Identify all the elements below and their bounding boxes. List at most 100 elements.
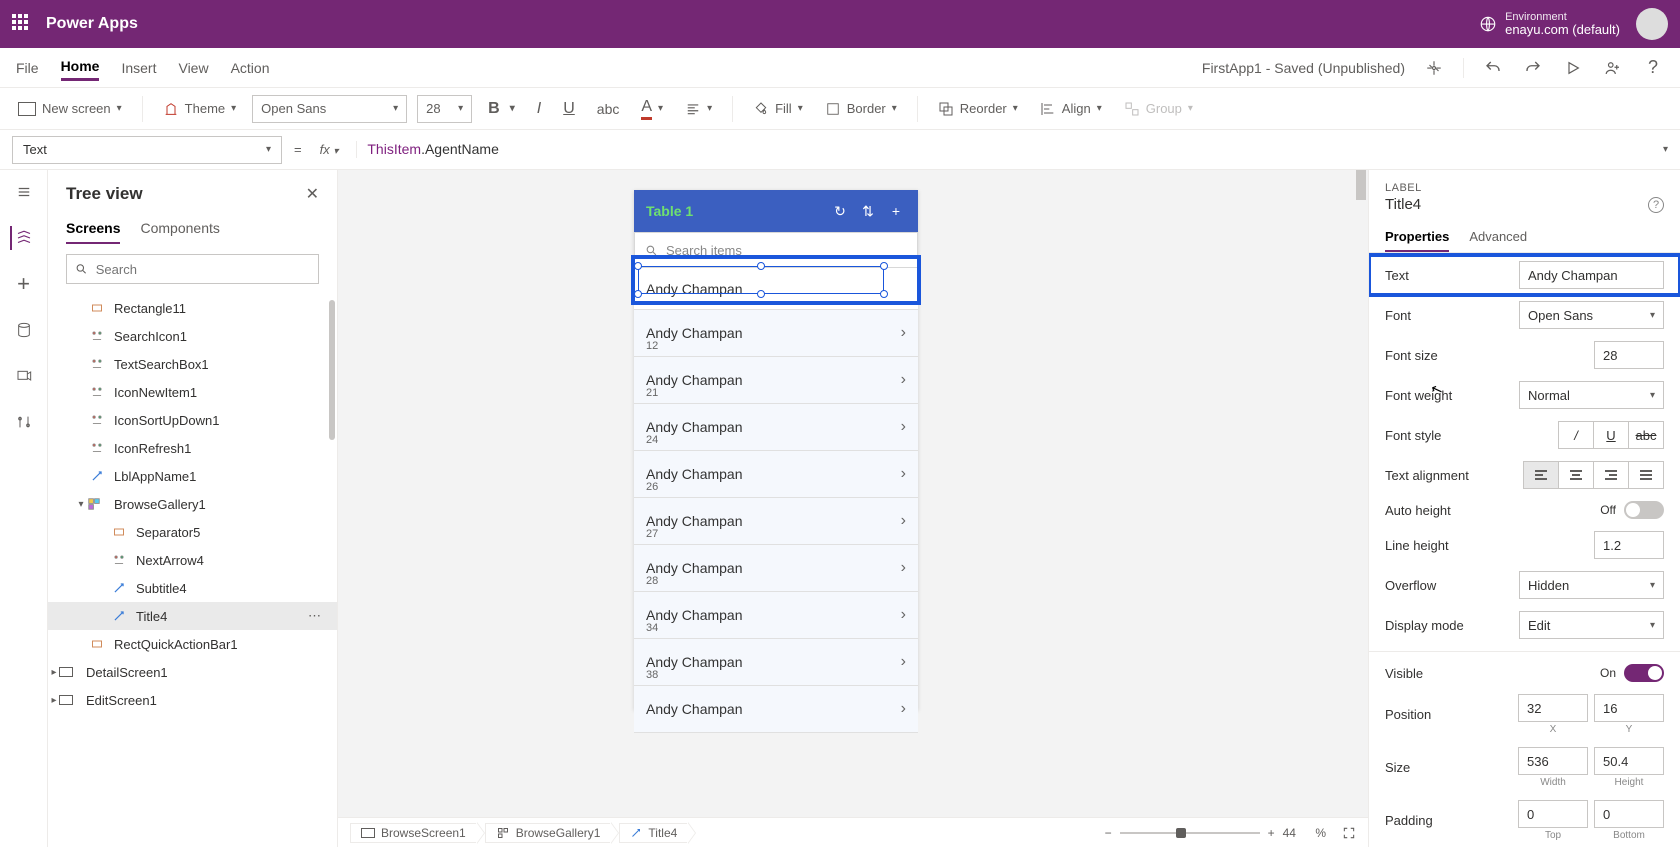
formula-input[interactable]: ThisItem.AgentName — [356, 141, 1651, 158]
theme-button[interactable]: Theme▾ — [157, 97, 243, 121]
prop-line-height-input[interactable]: 1.2 — [1594, 531, 1664, 559]
zoom-control[interactable]: − + 44 % — [1105, 826, 1356, 840]
chevron-right-icon[interactable]: › — [901, 653, 906, 671]
tree-item-iconrefresh1[interactable]: IconRefresh1 — [48, 434, 337, 462]
share-icon[interactable] — [1602, 57, 1624, 79]
gallery-row[interactable]: Andy Champan21› — [634, 357, 918, 404]
tree-item-rectquickactionbar1[interactable]: RectQuickActionBar1 — [48, 630, 337, 658]
close-tree-icon[interactable]: ✕ — [306, 184, 319, 204]
play-icon[interactable] — [1562, 57, 1584, 79]
help-icon[interactable]: ? — [1648, 197, 1664, 213]
gallery-row[interactable]: Andy Champan› — [634, 686, 918, 733]
add-icon[interactable]: + — [886, 203, 906, 219]
padding-top-input[interactable]: 0 — [1518, 800, 1588, 828]
chevron-right-icon[interactable]: › — [901, 465, 906, 483]
help-icon[interactable]: ? — [1642, 57, 1664, 79]
chevron-right-icon[interactable]: › — [901, 418, 906, 436]
canvas-vscroll[interactable] — [1354, 170, 1368, 817]
prop-font-size-input[interactable]: 28 — [1594, 341, 1664, 369]
gallery-row[interactable]: Andy Champan27› — [634, 498, 918, 545]
refresh-icon[interactable]: ↻ — [830, 203, 850, 220]
tree-item-subtitle4[interactable]: Subtitle4 — [48, 574, 337, 602]
user-avatar[interactable] — [1636, 8, 1668, 40]
fill-button[interactable]: Fill▾ — [747, 97, 809, 121]
breadcrumb-screen[interactable]: BrowseScreen1 — [350, 823, 477, 843]
chevron-right-icon[interactable]: › — [901, 512, 906, 530]
underline-toggle[interactable]: U — [1593, 421, 1629, 449]
sort-icon[interactable]: ⇅ — [858, 203, 878, 220]
tree-item-editscreen1[interactable]: ▸EditScreen1 — [48, 686, 337, 714]
ptab-advanced[interactable]: Advanced — [1469, 223, 1527, 252]
menu-action[interactable]: Action — [231, 56, 270, 80]
reorder-button[interactable]: Reorder▾ — [932, 97, 1024, 121]
gallery-row[interactable]: Andy Champan12› — [634, 310, 918, 357]
strike-toggle[interactable]: abc — [1628, 421, 1664, 449]
app-checker-icon[interactable] — [1423, 57, 1445, 79]
tree-item-textsearchbox1[interactable]: TextSearchBox1 — [48, 350, 337, 378]
new-screen-button[interactable]: New screen▾ — [12, 97, 128, 120]
undo-icon[interactable] — [1482, 57, 1504, 79]
align-center[interactable] — [1558, 461, 1594, 489]
gallery-row[interactable]: Andy Champan34› — [634, 592, 918, 639]
menu-home[interactable]: Home — [61, 54, 100, 81]
chevron-right-icon[interactable]: › — [901, 324, 906, 342]
prop-font-select[interactable]: Open Sans▾ — [1519, 301, 1664, 329]
gallery-row[interactable]: Andy Champan26› — [634, 451, 918, 498]
auto-height-toggle[interactable] — [1624, 501, 1664, 519]
prop-text-input[interactable]: Andy Champan — [1519, 261, 1664, 289]
gallery-row[interactable]: Andy Champan — [634, 268, 918, 310]
tree-item-browsegallery1[interactable]: ▾BrowseGallery1 — [48, 490, 337, 518]
font-family-select[interactable]: Open Sans▾ — [252, 95, 407, 123]
gallery-row[interactable]: Andy Champan28› — [634, 545, 918, 592]
padding-bottom-input[interactable]: 0 — [1594, 800, 1664, 828]
tree-search-input[interactable] — [66, 254, 319, 284]
align-button[interactable]: Align▾ — [1034, 97, 1108, 121]
tree-scrollbar[interactable] — [329, 300, 335, 440]
rail-hamburger-icon[interactable] — [12, 180, 36, 204]
size-w-input[interactable]: 536 — [1518, 747, 1588, 775]
prop-font-weight-select[interactable]: Normal▾ — [1519, 381, 1664, 409]
chevron-right-icon[interactable]: › — [901, 371, 906, 389]
tree-item-title4[interactable]: Title4⋯ — [48, 602, 337, 630]
menu-file[interactable]: File — [16, 56, 39, 80]
tree-item-iconnewitem1[interactable]: IconNewItem1 — [48, 378, 337, 406]
rail-media-icon[interactable] — [12, 364, 36, 388]
environment-picker[interactable]: Environment enayu.com (default) — [1479, 11, 1620, 37]
position-x-input[interactable]: 32 — [1518, 694, 1588, 722]
tree-item-rectangle11[interactable]: Rectangle11 — [48, 294, 337, 322]
font-size-select[interactable]: 28▾ — [417, 95, 472, 123]
tree-item-lblappname1[interactable]: LblAppName1 — [48, 462, 337, 490]
tree-item-detailscreen1[interactable]: ▸DetailScreen1 — [48, 658, 337, 686]
menu-view[interactable]: View — [178, 56, 208, 80]
underline-button[interactable]: U — [557, 96, 581, 122]
chevron-right-icon[interactable]: › — [901, 559, 906, 577]
border-button[interactable]: Border▾ — [819, 97, 903, 120]
more-icon[interactable]: ⋯ — [308, 608, 321, 624]
rail-settings-icon[interactable] — [12, 410, 36, 434]
align-justify[interactable] — [1628, 461, 1664, 489]
tree-item-nextarrow4[interactable]: NextArrow4 — [48, 546, 337, 574]
tree-item-separator5[interactable]: Separator5 — [48, 518, 337, 546]
fit-icon[interactable] — [1342, 826, 1356, 840]
rail-insert-icon[interactable]: + — [12, 272, 36, 296]
italic-button[interactable]: I — [531, 96, 547, 122]
breadcrumb-title[interactable]: Title4 — [619, 823, 688, 843]
expand-formula-icon[interactable]: ▾ — [1663, 144, 1668, 155]
position-y-input[interactable]: 16 — [1594, 694, 1664, 722]
tab-screens[interactable]: Screens — [66, 214, 120, 244]
property-select[interactable]: Text▾ — [12, 136, 282, 164]
prop-overflow-select[interactable]: Hidden▾ — [1519, 571, 1664, 599]
tab-components[interactable]: Components — [140, 214, 219, 244]
redo-icon[interactable] — [1522, 57, 1544, 79]
prop-display-mode-select[interactable]: Edit▾ — [1519, 611, 1664, 639]
tree-item-searchicon1[interactable]: SearchIcon1 — [48, 322, 337, 350]
ptab-properties[interactable]: Properties — [1385, 223, 1449, 252]
size-h-input[interactable]: 50.4 — [1594, 747, 1664, 775]
gallery-row[interactable]: Andy Champan38› — [634, 639, 918, 686]
chevron-right-icon[interactable]: › — [901, 700, 906, 718]
rail-data-icon[interactable] — [12, 318, 36, 342]
visible-toggle[interactable] — [1624, 664, 1664, 682]
align-right[interactable] — [1593, 461, 1629, 489]
menu-insert[interactable]: Insert — [121, 56, 156, 80]
tree-item-iconsortupdown1[interactable]: IconSortUpDown1 — [48, 406, 337, 434]
